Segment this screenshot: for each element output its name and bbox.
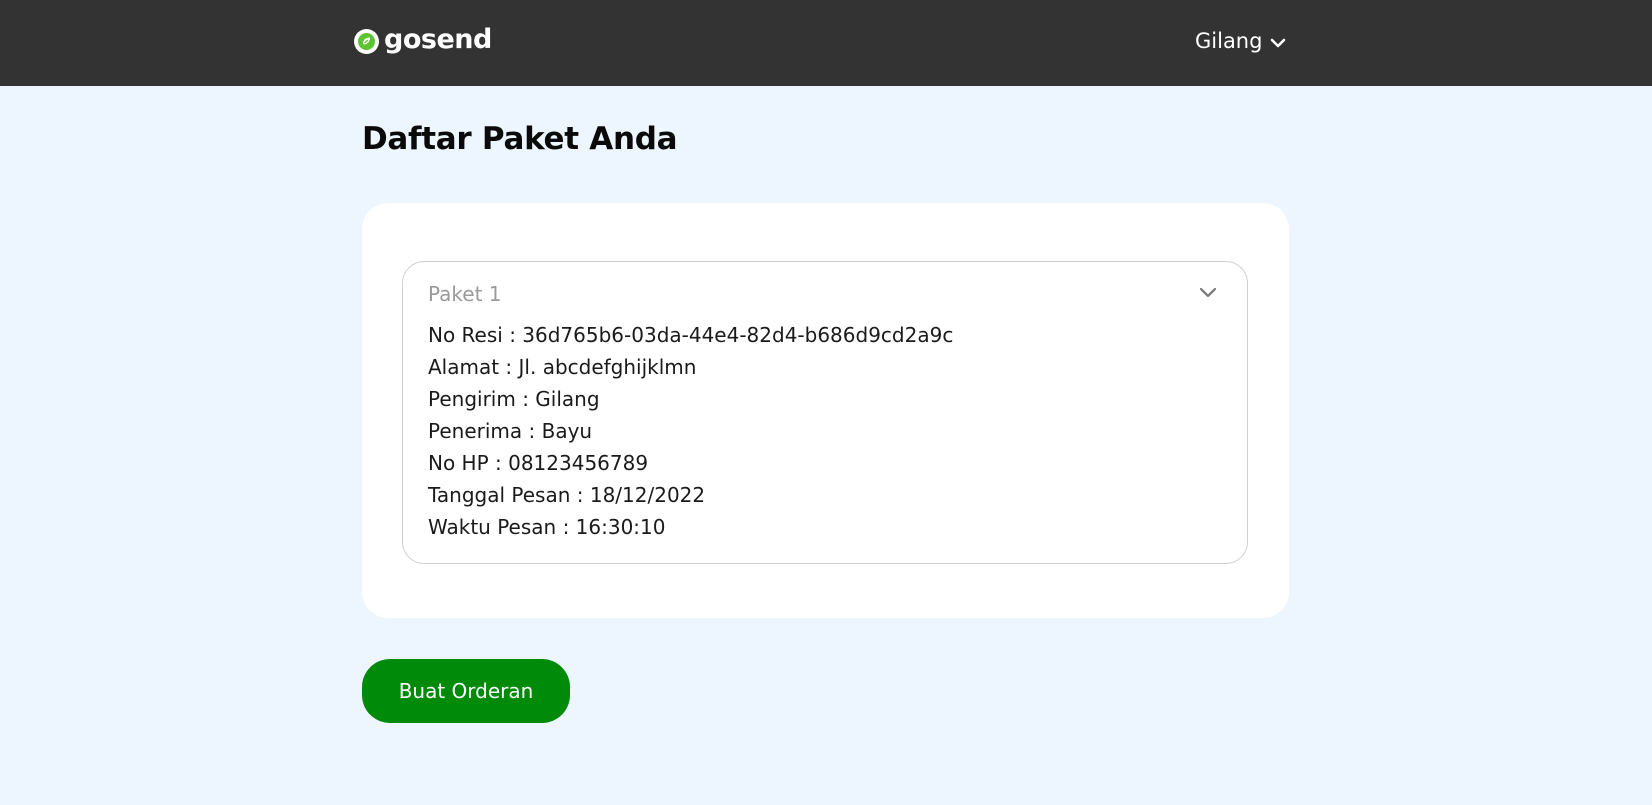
user-menu-dropdown[interactable]: Gilang	[1195, 28, 1286, 54]
chevron-down-icon	[1199, 284, 1217, 303]
detail-tracking-number: No Resi : 36d765b6-03da-44e4-82d4-b686d9…	[428, 323, 954, 347]
chevron-down-icon	[1270, 30, 1286, 54]
gosend-logo[interactable]: gosend	[354, 24, 492, 55]
create-order-button[interactable]: Buat Orderan	[362, 659, 570, 723]
package-accordion: Paket 1 No Resi : 36d765b6-03da-44e4-82d…	[402, 261, 1248, 564]
logo-text: gosend	[384, 24, 492, 55]
top-navbar: gosend Gilang	[0, 0, 1652, 86]
detail-sender: Pengirim : Gilang	[428, 387, 600, 411]
detail-phone: No HP : 08123456789	[428, 451, 649, 475]
gosend-logo-icon	[354, 29, 379, 54]
page-title: Daftar Paket Anda	[362, 121, 678, 157]
detail-order-date: Tanggal Pesan : 18/12/2022	[428, 483, 706, 507]
detail-order-time: Waktu Pesan : 16:30:10	[428, 515, 666, 539]
package-accordion-header[interactable]: Paket 1	[403, 262, 1247, 322]
package-title: Paket 1	[428, 282, 502, 306]
detail-recipient: Penerima : Bayu	[428, 419, 593, 443]
package-list-card: Paket 1 No Resi : 36d765b6-03da-44e4-82d…	[362, 203, 1289, 618]
detail-address: Alamat : Jl. abcdefghijklmn	[428, 355, 697, 379]
package-details: No Resi : 36d765b6-03da-44e4-82d4-b686d9…	[428, 319, 953, 543]
user-name: Gilang	[1195, 29, 1263, 53]
